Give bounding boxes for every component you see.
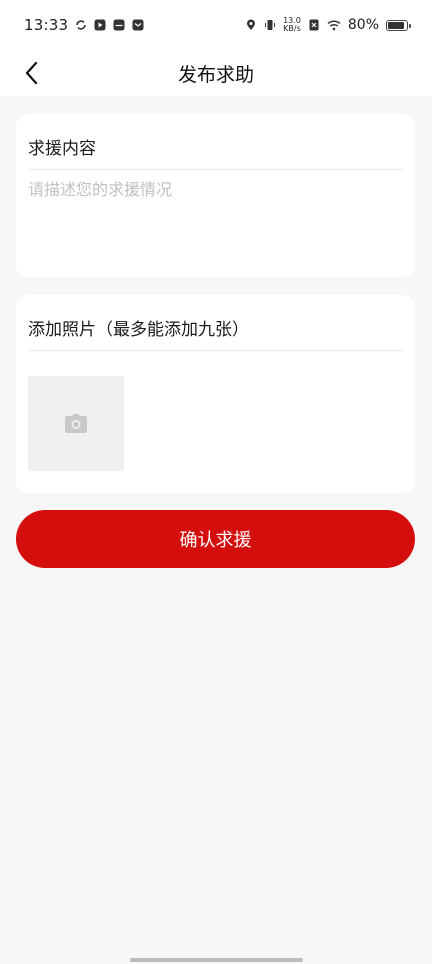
- sync-notification-icon: [76, 20, 87, 30]
- help-content-input[interactable]: [28, 178, 403, 266]
- status-bar: 13:33 13.0 KB/s 80%: [0, 0, 432, 50]
- help-content-label: 求援内容: [28, 139, 96, 159]
- status-right: 13.0 KB/s 80%: [245, 17, 411, 33]
- network-speed: 13.0 KB/s: [283, 17, 301, 33]
- video-app-icon: [94, 19, 106, 31]
- add-photos-card: 添加照片（最多能添加九张）: [16, 295, 415, 493]
- battery-icon: [386, 19, 411, 31]
- sim-disabled-icon: [309, 19, 319, 31]
- mail-notification-icon: [132, 19, 144, 31]
- confirm-help-button[interactable]: 确认求援: [16, 510, 415, 568]
- status-left: 13:33: [24, 16, 144, 34]
- nav-bar: 发布求助: [0, 50, 432, 96]
- add-photo-button[interactable]: [28, 376, 124, 471]
- location-icon: [247, 19, 256, 30]
- vibrate-icon: [265, 20, 276, 30]
- add-photos-label: 添加照片（最多能添加九张）: [28, 320, 249, 340]
- divider: [28, 350, 403, 351]
- page-title: 发布求助: [177, 63, 254, 86]
- camera-icon: [65, 413, 87, 433]
- help-content-card: 求援内容: [16, 114, 415, 277]
- divider: [28, 169, 403, 170]
- chevron-left-icon: [25, 61, 38, 85]
- status-time: 13:33: [24, 16, 69, 34]
- home-indicator[interactable]: [130, 958, 303, 962]
- back-button[interactable]: [14, 56, 48, 90]
- wifi-icon: [327, 20, 341, 31]
- battery-percent: 80%: [347, 17, 379, 33]
- network-speed-unit: KB/s: [283, 24, 301, 33]
- app-notification-icon: [113, 19, 125, 31]
